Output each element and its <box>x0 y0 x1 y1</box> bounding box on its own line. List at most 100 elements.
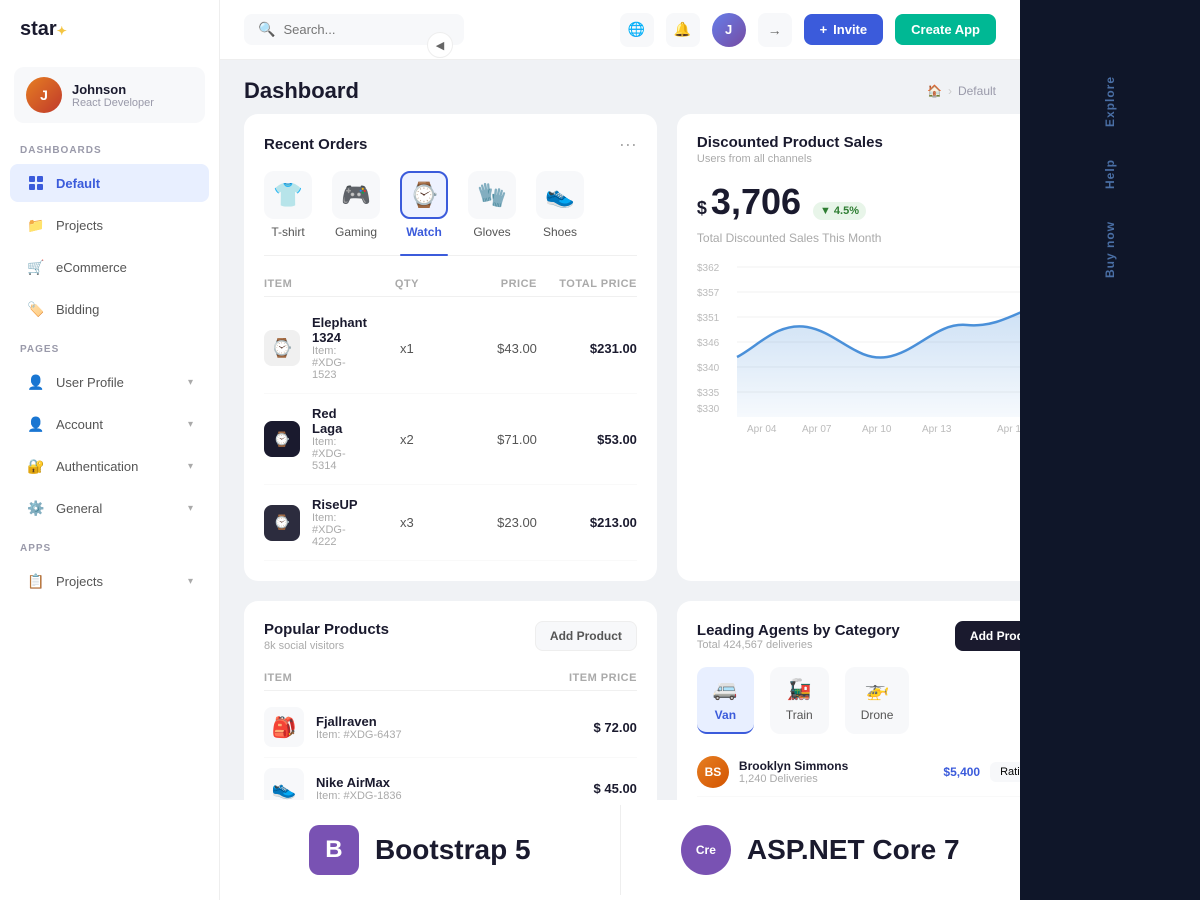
tab-van[interactable]: 🚐 Van <box>697 667 754 734</box>
projects-icon: 📁 <box>26 215 46 235</box>
svg-text:Apr 13: Apr 13 <box>922 424 952 435</box>
order-img-2: ⌚ <box>264 505 300 541</box>
bell-icon[interactable]: 🔔 <box>666 13 700 47</box>
right-panel: Explore Help Buy now <box>1020 0 1200 900</box>
tab-shoes-label: Shoes <box>543 225 577 239</box>
card-menu-icon[interactable]: ··· <box>619 134 637 155</box>
sidebar-item-default[interactable]: Default <box>10 164 209 202</box>
sidebar-item-user-profile[interactable]: 👤 User Profile ▾ <box>10 363 209 401</box>
home-icon: 🏠 <box>927 84 942 98</box>
rating-label-0: Rating <box>1000 766 1020 778</box>
user-name: Johnson <box>72 82 154 97</box>
order-price-0: $43.00 <box>447 341 537 356</box>
search-input[interactable] <box>283 22 433 37</box>
trend-icon: ▼ <box>820 205 831 217</box>
main-content: ◀ 🔍 🌐 🔔 J → + Invite Create App Dashboar… <box>220 0 1020 900</box>
invite-button[interactable]: + Invite <box>804 14 884 45</box>
bootstrap-badge: B <box>309 825 359 875</box>
svg-text:$335: $335 <box>697 388 720 399</box>
recent-orders-card: Recent Orders ··· 👕 T-shirt 🎮 Gaming ⌚ W… <box>244 114 657 581</box>
user-role: React Developer <box>72 97 154 109</box>
product-name-1: Nike AirMax <box>316 775 402 790</box>
sidebar-item-authentication[interactable]: 🔐 Authentication ▾ <box>10 447 209 485</box>
auth-icon: 🔐 <box>26 456 46 476</box>
sales-chart: $362 $357 $351 $346 $340 $335 $330 <box>697 257 1020 437</box>
recent-orders-header: Recent Orders ··· <box>264 134 637 155</box>
apps-label: APPS <box>0 529 219 560</box>
order-total-2: $213.00 <box>537 515 637 530</box>
sidebar: star✦ J Johnson React Developer DASHBOAR… <box>0 0 220 900</box>
topbar: ◀ 🔍 🌐 🔔 J → + Invite Create App <box>220 0 1020 60</box>
buynow-tab[interactable]: Buy now <box>1089 205 1131 294</box>
sidebar-item-ecommerce-label: eCommerce <box>56 260 127 275</box>
tab-shoes[interactable]: 👟 Shoes <box>536 171 584 247</box>
asp-badge: Cre <box>681 825 731 875</box>
content-area: Recent Orders ··· 👕 T-shirt 🎮 Gaming ⌚ W… <box>220 114 1020 900</box>
sidebar-item-apps-projects-label: Projects <box>56 574 103 589</box>
orders-table-header: ITEM QTY PRICE TOTAL PRICE <box>264 272 637 297</box>
globe-icon[interactable]: 🌐 <box>620 13 654 47</box>
list-item: BS Brooklyn Simmons 1,240 Deliveries $5,… <box>697 748 1020 797</box>
chevron-down-icon: ▾ <box>188 377 193 388</box>
user-card[interactable]: J Johnson React Developer <box>14 67 205 123</box>
svg-text:$330: $330 <box>697 404 720 415</box>
tab-watch-label: Watch <box>406 225 442 239</box>
tab-train[interactable]: 🚂 Train <box>770 667 829 734</box>
search-icon: 🔍 <box>258 21 275 38</box>
discounted-title: Discounted Product Sales <box>697 134 883 151</box>
orders-table: ITEM QTY PRICE TOTAL PRICE ⌚ Elephant 13… <box>264 272 637 561</box>
sidebar-item-bidding[interactable]: 🏷️ Bidding <box>10 290 209 328</box>
tab-gloves[interactable]: 🧤 Gloves <box>468 171 516 247</box>
add-product-button-2[interactable]: Add Product <box>955 621 1020 651</box>
table-row: ⌚ RiseUP Item: #XDG-4222 x3 $23.00 $213.… <box>264 485 637 561</box>
sales-badge: ▼ 4.5% <box>813 202 866 220</box>
tab-watch[interactable]: ⌚ Watch <box>400 171 448 247</box>
pages-label: PAGES <box>0 330 219 361</box>
col-price: ITEM PRICE <box>517 672 637 684</box>
sidebar-item-projects[interactable]: 📁 Projects <box>10 206 209 244</box>
sidebar-collapse-button[interactable]: ◀ <box>427 32 453 58</box>
table-row: ⌚ Red Laga Item: #XDG-5314 x2 $71.00 $53… <box>264 394 637 485</box>
svg-text:$346: $346 <box>697 338 720 349</box>
topbar-avatar[interactable]: J <box>712 13 746 47</box>
popular-subtitle: 8k social visitors <box>264 640 389 652</box>
order-item-2: ⌚ RiseUP Item: #XDG-4222 <box>264 497 367 548</box>
svg-text:Apr 07: Apr 07 <box>802 424 832 435</box>
asp-section: Cre ASP.NET Core 7 <box>621 805 1021 895</box>
tab-tshirt-label: T-shirt <box>271 225 304 239</box>
sidebar-item-user-profile-label: User Profile <box>56 375 124 390</box>
table-row: ⌚ Elephant 1324 Item: #XDG-1523 x1 $43.0… <box>264 303 637 394</box>
order-total-1: $53.00 <box>537 432 637 447</box>
sidebar-item-account[interactable]: 👤 Account ▾ <box>10 405 209 443</box>
apps-projects-icon: 📋 <box>26 571 46 591</box>
product-sku-0: Item: #XDG-6437 <box>316 729 402 741</box>
topbar-right: 🌐 🔔 J → + Invite Create App <box>620 13 996 47</box>
general-icon: ⚙️ <box>26 498 46 518</box>
tab-drone[interactable]: 🚁 Drone <box>845 667 910 734</box>
order-qty-1: x2 <box>367 432 447 447</box>
user-profile-icon: 👤 <box>26 372 46 392</box>
train-icon: 🚂 <box>787 677 812 702</box>
explore-tab[interactable]: Explore <box>1089 60 1131 143</box>
create-app-button[interactable]: Create App <box>895 14 996 45</box>
order-price-2: $23.00 <box>447 515 537 530</box>
tab-van-label: Van <box>715 708 736 722</box>
svg-text:Apr 18: Apr 18 <box>997 424 1020 435</box>
add-product-button[interactable]: Add Product <box>535 621 637 651</box>
rating-button-0[interactable]: Rating → <box>990 762 1020 782</box>
arrow-right-icon[interactable]: → <box>758 13 792 47</box>
leading-agents-header: Leading Agents by Category Total 424,567… <box>697 621 1020 651</box>
sidebar-item-apps-projects[interactable]: 📋 Projects ▾ <box>10 562 209 600</box>
svg-text:$351: $351 <box>697 313 720 324</box>
sidebar-item-ecommerce[interactable]: 🛒 eCommerce <box>10 248 209 286</box>
order-sku-1: Item: #XDG-5314 <box>312 436 367 472</box>
order-name-2: RiseUP <box>312 497 367 512</box>
product-price-1: $ 45.00 <box>517 781 637 796</box>
drone-icon: 🚁 <box>865 677 890 702</box>
help-tab[interactable]: Help <box>1089 143 1131 205</box>
tab-tshirt[interactable]: 👕 T-shirt <box>264 171 312 247</box>
tab-gaming[interactable]: 🎮 Gaming <box>332 171 380 247</box>
svg-text:Apr 04: Apr 04 <box>747 424 777 435</box>
sidebar-item-general[interactable]: ⚙️ General ▾ <box>10 489 209 527</box>
order-item-0: ⌚ Elephant 1324 Item: #XDG-1523 <box>264 315 367 381</box>
